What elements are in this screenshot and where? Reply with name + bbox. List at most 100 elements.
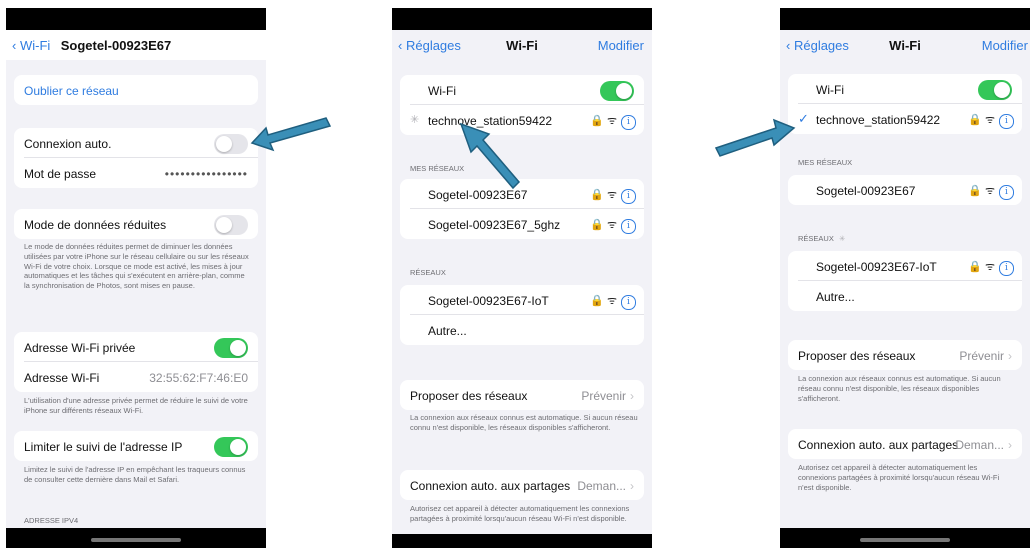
info-icon[interactable]: i bbox=[999, 261, 1014, 276]
limit-ip-toggle[interactable] bbox=[214, 437, 248, 457]
networks-header: RÉSEAUX bbox=[410, 268, 446, 277]
status-bar bbox=[780, 8, 1030, 30]
lock-icon: 🔒 bbox=[968, 114, 982, 126]
private-address-description: L'utilisation d'une adresse privée perme… bbox=[24, 396, 248, 415]
home-indicator bbox=[860, 538, 950, 542]
arrow-to-technove-network-icon bbox=[459, 122, 521, 190]
wifi-toggle[interactable] bbox=[600, 81, 634, 101]
home-area bbox=[6, 528, 266, 548]
edit-button[interactable]: Modifier bbox=[982, 38, 1028, 53]
ask-join-row[interactable]: Proposer des réseaux Prévenir › bbox=[788, 340, 1022, 370]
network-row[interactable]: Sogetel-00923E67-IoT 🔒 ᯤ i bbox=[400, 285, 644, 315]
auto-join-row: Connexion auto. bbox=[14, 128, 258, 158]
wifi-icon: ᯤ bbox=[984, 261, 995, 273]
connected-network-row[interactable]: ✓ technove_station59422 🔒 ᯤ i bbox=[788, 104, 1022, 134]
private-address-toggle[interactable] bbox=[214, 338, 248, 358]
lock-icon: 🔒 bbox=[590, 189, 604, 201]
password-label: Mot de passe bbox=[24, 167, 97, 181]
network-row[interactable]: Sogetel-00923E67_5ghz 🔒 ᯤ i bbox=[400, 209, 644, 239]
low-data-label: Mode de données réduites bbox=[24, 218, 167, 232]
phone-3-wifi-connected: ‹ Réglages Wi-Fi Modifier Wi-Fi ✓ techno… bbox=[780, 8, 1030, 548]
nav-bar: ‹ Réglages Wi-Fi Modifier bbox=[392, 30, 652, 60]
auto-join-label: Connexion auto. bbox=[24, 137, 112, 151]
network-name: Sogetel-00923E67-IoT bbox=[816, 260, 937, 274]
networks-group: Sogetel-00923E67-IoT 🔒 ᯤ i Autre... bbox=[400, 285, 644, 345]
low-data-group: Mode de données réduites bbox=[14, 209, 258, 239]
password-value: •••••••••••••••• bbox=[164, 167, 248, 181]
forget-group: Oublier ce réseau bbox=[14, 75, 258, 105]
wifi-label: Wi-Fi bbox=[816, 83, 844, 97]
low-data-toggle[interactable] bbox=[214, 215, 248, 235]
chevron-right-icon: › bbox=[1008, 349, 1012, 363]
spinner-icon: ✳ bbox=[838, 234, 846, 243]
chevron-right-icon: › bbox=[630, 479, 634, 493]
status-bar bbox=[6, 8, 266, 30]
wifi-icon: ᯤ bbox=[606, 115, 617, 127]
edit-button[interactable]: Modifier bbox=[598, 38, 644, 53]
other-network-row[interactable]: Autre... bbox=[400, 315, 644, 345]
wifi-toggle[interactable] bbox=[978, 80, 1012, 100]
ask-join-group: Proposer des réseaux Prévenir › bbox=[788, 340, 1022, 370]
auto-hotspot-row[interactable]: Connexion auto. aux partages Deman... › bbox=[788, 429, 1022, 459]
wifi-address-label: Adresse Wi-Fi bbox=[24, 371, 100, 385]
chevron-right-icon: › bbox=[630, 389, 634, 403]
network-name: Sogetel-00923E67_5ghz bbox=[428, 218, 561, 232]
forget-network-label: Oublier ce réseau bbox=[24, 84, 119, 98]
auto-hotspot-value: Deman... bbox=[955, 438, 1004, 452]
private-address-group: Adresse Wi-Fi privée Adresse Wi-Fi 32:55… bbox=[14, 332, 258, 392]
networks-group: Sogetel-00923E67-IoT 🔒 ᯤ i Autre... bbox=[788, 251, 1022, 311]
wifi-icon: ᯤ bbox=[606, 219, 617, 231]
wifi-icon: ᯤ bbox=[984, 114, 995, 126]
status-bar bbox=[392, 8, 652, 30]
info-icon[interactable]: i bbox=[999, 114, 1014, 129]
ask-join-group: Proposer des réseaux Prévenir › bbox=[400, 380, 644, 410]
network-name: Sogetel-00923E67 bbox=[816, 184, 916, 198]
lock-icon: 🔒 bbox=[968, 185, 982, 197]
ask-join-value: Prévenir bbox=[959, 349, 1004, 363]
ask-join-description: La connexion aux réseaux connus est auto… bbox=[410, 413, 638, 432]
lock-icon: 🔒 bbox=[590, 115, 604, 127]
limit-ip-label: Limiter le suivi de l'adresse IP bbox=[24, 440, 183, 454]
lock-icon: 🔒 bbox=[590, 219, 604, 231]
ask-join-description: La connexion aux réseaux connus est auto… bbox=[798, 374, 1001, 403]
forget-network-row[interactable]: Oublier ce réseau bbox=[14, 75, 258, 105]
network-row[interactable]: Sogetel-00923E67 🔒 ᯤ i bbox=[788, 175, 1022, 205]
other-label: Autre... bbox=[816, 290, 855, 304]
info-icon[interactable]: i bbox=[621, 189, 636, 204]
ipv4-header: ADRESSE IPV4 bbox=[24, 516, 79, 525]
spinner-icon: ✳ bbox=[410, 114, 420, 126]
auto-hotspot-description: Autorisez cet appareil à détecter automa… bbox=[410, 504, 630, 523]
wifi-address-value: 32:55:62:F7:46:E0 bbox=[149, 371, 248, 385]
low-data-description: Le mode de données réduites permet de di… bbox=[24, 242, 249, 290]
info-icon[interactable]: i bbox=[621, 115, 636, 130]
other-network-row[interactable]: Autre... bbox=[788, 281, 1022, 311]
private-address-row: Adresse Wi-Fi privée bbox=[14, 332, 258, 362]
auto-hotspot-group: Connexion auto. aux partages Deman... › bbox=[400, 470, 644, 500]
my-networks-group: Sogetel-00923E67 🔒 ᯤ i bbox=[788, 175, 1022, 205]
home-area bbox=[780, 528, 1030, 548]
ask-join-value: Prévenir bbox=[581, 389, 626, 403]
networks-header-label: RÉSEAUX bbox=[798, 234, 834, 243]
info-icon[interactable]: i bbox=[621, 295, 636, 310]
wifi-toggle-row: Wi-Fi bbox=[788, 74, 1022, 104]
ask-join-row[interactable]: Proposer des réseaux Prévenir › bbox=[400, 380, 644, 410]
auto-hotspot-row[interactable]: Connexion auto. aux partages Deman... › bbox=[400, 470, 644, 500]
wifi-group: Wi-Fi ✓ technove_station59422 🔒 ᯤ i bbox=[788, 74, 1022, 134]
info-icon[interactable]: i bbox=[621, 219, 636, 234]
nav-bar: ‹ Réglages Wi-Fi Modifier bbox=[780, 30, 1030, 60]
password-row[interactable]: Mot de passe •••••••••••••••• bbox=[14, 158, 258, 188]
private-address-label: Adresse Wi-Fi privée bbox=[24, 341, 136, 355]
info-icon[interactable]: i bbox=[999, 185, 1014, 200]
other-label: Autre... bbox=[428, 324, 467, 338]
network-row[interactable]: Sogetel-00923E67-IoT 🔒 ᯤ i bbox=[788, 251, 1022, 281]
low-data-row: Mode de données réduites bbox=[14, 209, 258, 239]
home-area bbox=[392, 534, 652, 548]
wifi-label: Wi-Fi bbox=[428, 84, 456, 98]
network-name: technove_station59422 bbox=[816, 113, 941, 127]
page-title: Sogetel-00923E67 bbox=[60, 38, 172, 53]
chevron-right-icon: › bbox=[1008, 438, 1012, 452]
ask-join-label: Proposer des réseaux bbox=[798, 349, 916, 363]
auto-hotspot-label: Connexion auto. aux partages bbox=[410, 479, 571, 493]
wifi-icon: ᯤ bbox=[984, 185, 995, 197]
wifi-icon: ᯤ bbox=[606, 295, 617, 307]
